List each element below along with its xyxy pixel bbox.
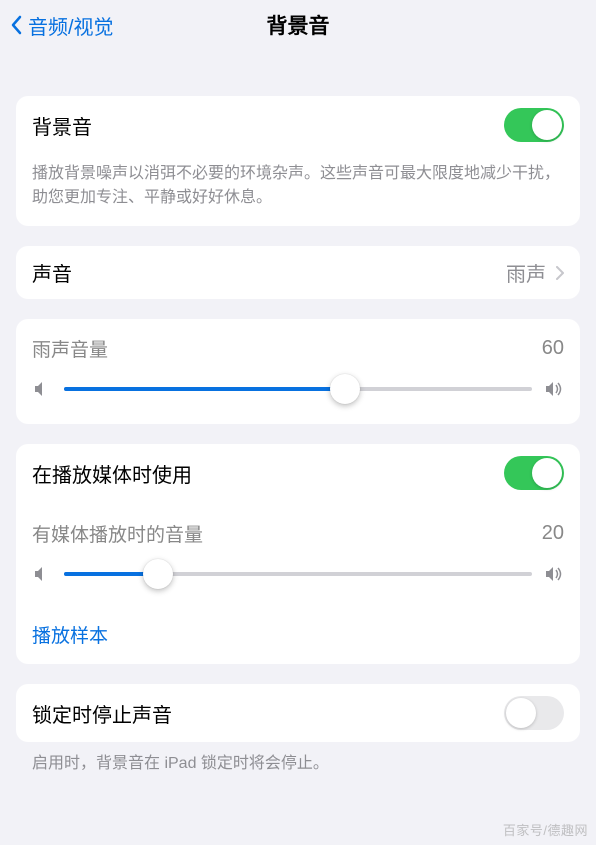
background-sound-row: 背景音 [16, 96, 580, 154]
page-title: 背景音 [267, 10, 330, 40]
use-with-media-toggle[interactable] [504, 456, 564, 490]
volume-value: 60 [542, 337, 564, 360]
media-volume-slider[interactable] [64, 559, 532, 589]
volume-label: 雨声音量 [32, 335, 542, 362]
lock-group: 锁定时停止声音 [16, 684, 580, 742]
sound-select-label: 声音 [32, 258, 506, 287]
play-sample-link[interactable]: 播放样本 [32, 626, 108, 647]
back-button[interactable]: 音频/视觉 [10, 11, 114, 40]
stop-on-lock-toggle[interactable] [504, 696, 564, 730]
volume-high-icon [544, 564, 564, 584]
media-volume-value: 20 [542, 522, 564, 545]
stop-on-lock-row: 锁定时停止声音 [16, 684, 580, 742]
volume-slider[interactable] [64, 374, 532, 404]
volume-slider-row [16, 366, 580, 424]
use-with-media-row: 在播放媒体时使用 [16, 444, 580, 502]
volume-high-icon [544, 379, 564, 399]
chevron-right-icon [556, 266, 564, 280]
background-sound-label: 背景音 [32, 111, 504, 140]
volume-group: 雨声音量 60 [16, 319, 580, 424]
play-sample-row: 播放样本 [16, 609, 580, 664]
media-volume-label-row: 有媒体播放时的音量 20 [16, 502, 580, 551]
media-volume-slider-row [16, 551, 580, 609]
chevron-left-icon [10, 15, 22, 35]
background-sound-description: 播放背景噪声以消弭不必要的环境杂声。这些声音可最大限度地减少干扰，助您更加专注、… [16, 154, 580, 226]
volume-low-icon [32, 379, 52, 399]
volume-label-row: 雨声音量 60 [16, 319, 580, 366]
nav-header: 音频/视觉 背景音 [0, 0, 596, 50]
background-sound-group: 背景音 播放背景噪声以消弭不必要的环境杂声。这些声音可最大限度地减少干扰，助您更… [16, 96, 580, 226]
watermark: 百家号/德趣网 [503, 820, 588, 839]
sound-select-group: 声音 雨声 [16, 246, 580, 299]
background-sound-toggle[interactable] [504, 108, 564, 142]
stop-on-lock-label: 锁定时停止声音 [32, 699, 504, 728]
media-volume-label: 有媒体播放时的音量 [32, 520, 542, 547]
volume-low-icon [32, 564, 52, 584]
media-group: 在播放媒体时使用 有媒体播放时的音量 20 播放样本 [16, 444, 580, 664]
sound-select-value: 雨声 [506, 258, 546, 287]
stop-on-lock-description: 启用时，背景音在 iPad 锁定时将会停止。 [0, 742, 596, 776]
sound-select-row[interactable]: 声音 雨声 [16, 246, 580, 299]
back-label: 音频/视觉 [28, 11, 114, 40]
use-with-media-label: 在播放媒体时使用 [32, 459, 504, 488]
